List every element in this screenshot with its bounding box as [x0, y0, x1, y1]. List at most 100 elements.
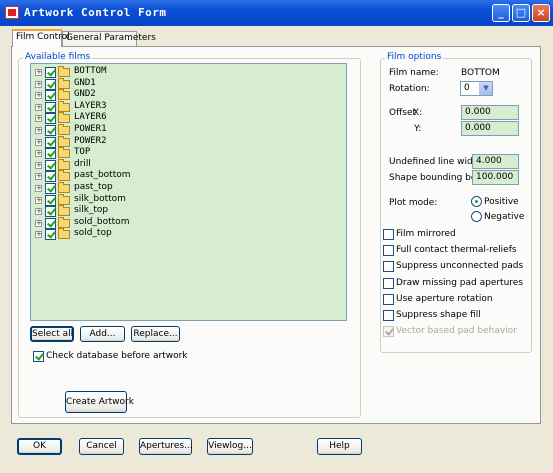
film-name: TOP — [74, 147, 91, 158]
film-name: GND1 — [74, 77, 96, 88]
film-checkbox[interactable] — [45, 113, 56, 125]
film-name: drill — [74, 158, 91, 169]
expand-icon[interactable]: + — [35, 127, 42, 134]
maximize-button[interactable]: □ — [512, 4, 530, 22]
minimize-button[interactable]: _ — [492, 4, 510, 22]
help-button[interactable]: Help — [317, 438, 362, 455]
expand-icon[interactable]: + — [35, 103, 42, 111]
cancel-button[interactable]: Cancel — [79, 438, 124, 455]
film-checkbox[interactable] — [45, 78, 56, 90]
offset-x-field[interactable]: 0.000 — [461, 105, 519, 120]
positive-label: Positive — [484, 197, 519, 207]
film-checkbox[interactable] — [45, 125, 56, 136]
film-checkbox[interactable] — [45, 171, 56, 183]
offset-y-field[interactable]: 0.000 — [461, 121, 519, 136]
negative-label: Negative — [484, 212, 525, 222]
film-name: past_bottom — [74, 170, 131, 181]
folder-icon — [58, 158, 70, 170]
folder-icon — [58, 77, 70, 89]
select-all-button[interactable]: Select all — [30, 326, 74, 342]
expand-icon[interactable]: + — [35, 161, 42, 169]
offset-y-label: Y: — [414, 124, 422, 134]
option-checkbox — [383, 326, 394, 338]
tab-film-control[interactable]: Film Control — [12, 29, 70, 47]
expand-icon[interactable]: + — [35, 185, 42, 192]
positive-radio[interactable] — [471, 196, 482, 207]
film-name: past_top — [74, 182, 113, 192]
expand-icon[interactable]: + — [35, 138, 42, 146]
film-checkbox[interactable] — [45, 67, 56, 78]
window-title: Artwork Control Form — [24, 6, 167, 19]
tab-general-parameters[interactable]: General Parameters — [62, 31, 156, 46]
film-name: LAYER6 — [74, 112, 107, 123]
available-films-label: Available films — [23, 52, 93, 62]
option-checkbox[interactable] — [383, 277, 394, 289]
offset-x-label: X: — [413, 108, 423, 118]
create-artwork-button[interactable]: Create Artwork — [65, 391, 134, 413]
film-checkbox[interactable] — [45, 159, 56, 171]
check-database-checkbox[interactable] — [33, 351, 44, 362]
shape-bounding-box-field[interactable]: 100.000 — [472, 170, 519, 185]
option-checkbox[interactable] — [383, 310, 394, 321]
negative-radio[interactable] — [471, 211, 482, 222]
expand-icon[interactable]: + — [35, 231, 42, 239]
plot-mode-label: Plot mode: — [389, 198, 438, 208]
option-label: Suppress shape fill — [396, 310, 481, 320]
expand-icon[interactable]: + — [35, 150, 42, 158]
folder-icon — [58, 170, 70, 182]
option-checkbox[interactable] — [383, 229, 394, 240]
title-bar[interactable]: Artwork Control Form _ □ × — [0, 0, 553, 26]
expand-icon[interactable]: + — [35, 208, 42, 216]
folder-icon — [58, 89, 70, 101]
film-checkbox[interactable] — [45, 206, 56, 218]
folder-icon — [58, 205, 70, 217]
option-label: Full contact thermal-reliefs — [396, 245, 517, 256]
folder-icon — [58, 228, 70, 240]
undefined-line-width-field[interactable]: 4.000 — [472, 154, 519, 169]
rotation-value: 0 — [464, 83, 470, 93]
film-name: sold_top — [74, 228, 112, 239]
film-checkbox[interactable] — [45, 217, 56, 229]
film-checkbox[interactable] — [45, 229, 56, 241]
expand-icon[interactable]: + — [35, 173, 42, 181]
films-tree[interactable]: + BOTTOM + GND1 + GND2 + LAYER3 + LAYER6 + POWER1 + P… — [30, 63, 347, 321]
undefined-line-width-label: Undefined line width: — [389, 157, 485, 167]
film-checkbox[interactable] — [45, 183, 56, 194]
expand-icon[interactable]: + — [35, 219, 42, 227]
folder-icon — [58, 100, 70, 112]
expand-icon[interactable]: + — [35, 69, 42, 76]
folder-icon — [58, 193, 70, 205]
viewlog-button[interactable]: Viewlog... — [207, 438, 253, 455]
add-button[interactable]: Add... — [80, 326, 125, 342]
option-label: Vector based pad behavior — [396, 326, 517, 337]
expand-icon[interactable]: + — [35, 92, 42, 100]
film-checkbox[interactable] — [45, 101, 56, 113]
expand-icon[interactable]: + — [35, 115, 42, 123]
expand-icon[interactable]: + — [35, 80, 42, 88]
option-checkbox[interactable] — [383, 245, 394, 257]
film-checkbox[interactable] — [45, 136, 56, 148]
film-checkbox[interactable] — [45, 194, 56, 206]
close-button[interactable]: × — [532, 4, 550, 22]
folder-icon — [58, 124, 70, 135]
chevron-down-icon[interactable]: ▼ — [479, 82, 492, 95]
film-options-label: Film options — [385, 52, 444, 62]
folder-icon — [58, 135, 70, 147]
check-database-label: Check database before artwork — [46, 351, 188, 361]
film-name: POWER1 — [74, 124, 107, 134]
film-checkbox[interactable] — [45, 90, 56, 102]
folder-icon — [58, 216, 70, 228]
film-name: LAYER3 — [74, 100, 107, 111]
option-checkbox[interactable] — [383, 293, 394, 305]
option-label: Film mirrored — [396, 229, 456, 239]
option-checkbox[interactable] — [383, 261, 394, 273]
option-label: Suppress unconnected pads — [396, 261, 524, 272]
film-checkbox[interactable] — [45, 148, 56, 160]
expand-icon[interactable]: + — [35, 196, 42, 204]
rotation-select[interactable]: 0 ▼ — [460, 81, 493, 96]
option-label: Use aperture rotation — [396, 293, 493, 304]
replace-button[interactable]: Replace... — [131, 326, 180, 342]
apertures-button[interactable]: Apertures... — [139, 438, 193, 455]
film-name: GND2 — [74, 89, 96, 100]
ok-button[interactable]: OK — [17, 438, 62, 455]
